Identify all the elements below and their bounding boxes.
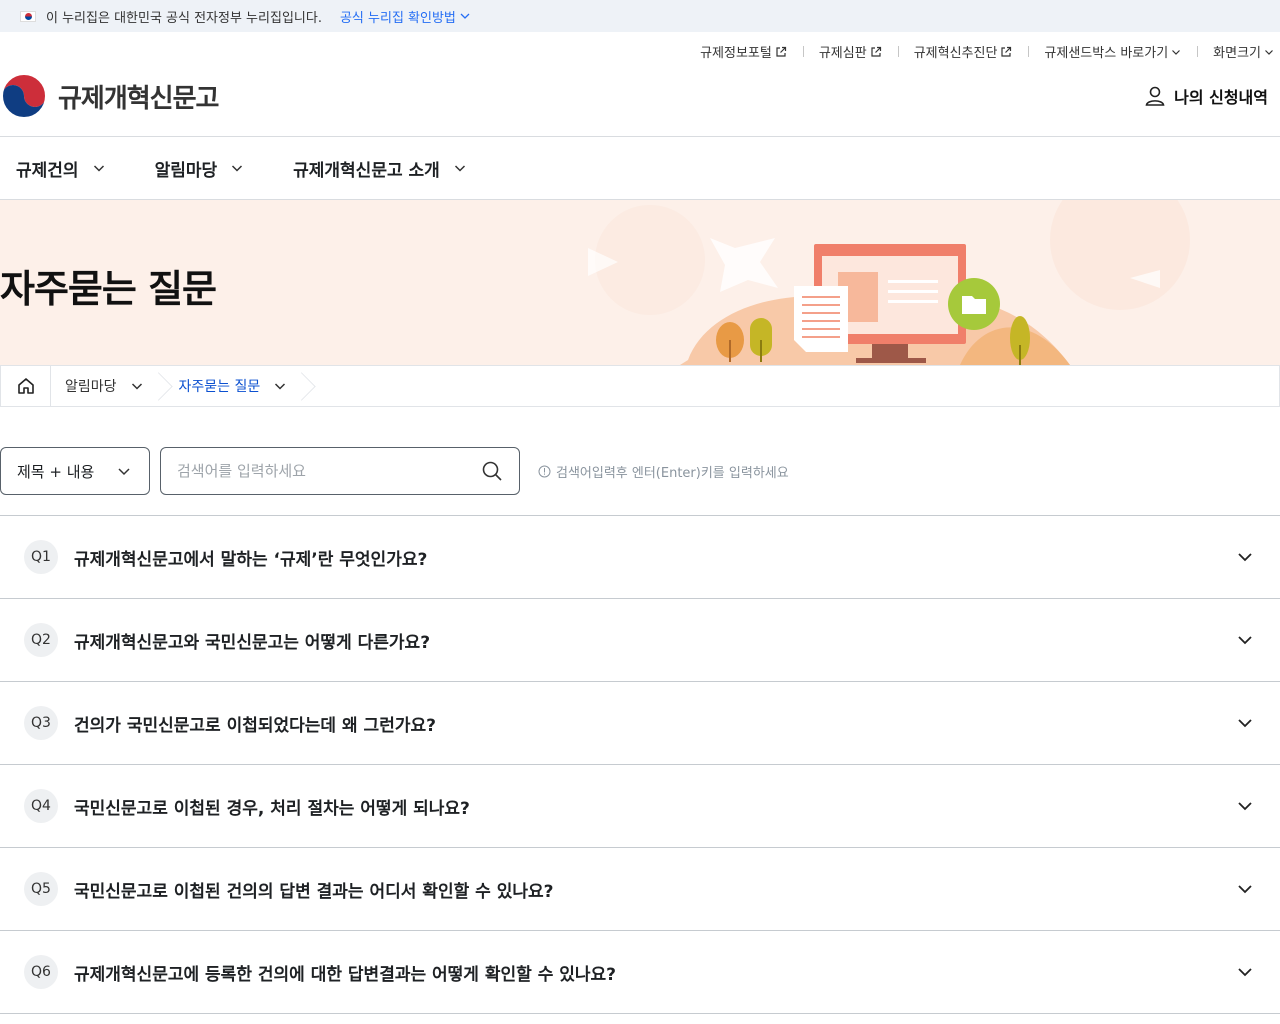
breadcrumb-label: 자주묻는 질문	[178, 379, 261, 395]
nav-menu-notice[interactable]: 알림마당	[155, 156, 244, 181]
site-logo[interactable]: 규제개혁신문고	[0, 72, 219, 120]
question-text: 국민신문고로 이첩된 건의의 답변 결과는 어디서 확인할 수 있나요?	[74, 881, 554, 902]
search-hint-text: 검색어입력후 엔터(Enter)키를 입력하세요	[556, 465, 789, 481]
util-link-innovation-team[interactable]: 규제혁신추진단	[897, 42, 1029, 61]
search-icon[interactable]	[481, 460, 503, 482]
util-link-regulation-portal[interactable]: 규제정보포털	[684, 42, 803, 61]
home-icon	[17, 378, 34, 394]
gov-banner-text: 이 누리집은 대한민국 공식 전자정부 누리집입니다.	[46, 10, 322, 26]
verify-link[interactable]: 공식 누리집 확인방법	[340, 7, 470, 26]
chevron-down-icon	[118, 468, 130, 476]
util-link-label: 규제혁신추진단	[913, 46, 998, 61]
breadcrumb-faq[interactable]: 자주묻는 질문	[165, 366, 309, 406]
external-link-icon	[1001, 46, 1012, 57]
faq-item[interactable]: Q4 국민신문고로 이첩된 경우, 처리 절차는 어떻게 되나요?	[0, 765, 1280, 848]
chevron-down-icon	[275, 383, 286, 390]
search-box	[160, 447, 520, 495]
chevron-down-icon[interactable]	[1236, 963, 1254, 981]
question-number: Q3	[24, 706, 58, 740]
search-area: 제목 + 내용 검색어입력후 엔터(Enter)키를 입력하세요	[0, 407, 1280, 515]
chevron-down-icon[interactable]	[1236, 631, 1254, 649]
util-link-label: 규제샌드박스 바로가기	[1044, 46, 1169, 61]
korea-flag-icon	[20, 10, 36, 22]
external-link-icon	[871, 46, 881, 57]
main-navigation: 규제건의 알림마당 규제개혁신문고 소개	[0, 137, 1280, 200]
nav-menu-label: 규제개혁신문고 소개	[293, 160, 440, 181]
chevron-down-icon	[1265, 49, 1273, 55]
chevron-down-icon	[93, 165, 104, 172]
util-link-regulation-trial[interactable]: 규제심판	[802, 42, 898, 61]
chevron-down-icon[interactable]	[1236, 797, 1254, 815]
page-title: 자주묻는 질문	[0, 267, 217, 311]
search-scope-select[interactable]: 제목 + 내용	[0, 447, 150, 495]
search-input[interactable]	[177, 462, 481, 480]
question-text: 건의가 국민신문고로 이첩되었다는데 왜 그런가요?	[74, 715, 436, 736]
header: 규제정보포털 규제심판 규제혁신추진단 규제샌드박스 바로가기 화면크기 규제개…	[0, 32, 1280, 137]
faq-item[interactable]: Q3 건의가 국민신문고로 이첩되었다는데 왜 그런가요?	[0, 682, 1280, 765]
chevron-down-icon	[131, 383, 142, 390]
breadcrumb-home[interactable]	[1, 366, 51, 406]
chevron-down-icon	[1172, 49, 1181, 55]
question-text: 규제개혁신문고에 등록한 건의에 대한 답변결과는 어떻게 확인할 수 있나요?	[74, 964, 617, 985]
chevron-down-icon	[454, 165, 465, 172]
nav-menu-label: 규제건의	[16, 160, 79, 181]
user-icon	[1145, 86, 1165, 106]
verify-link-label: 공식 누리집 확인방법	[339, 10, 456, 26]
faq-list: Q1 규제개혁신문고에서 말하는 ‘규제’란 무엇인가요? Q2 규제개혁신문고…	[0, 515, 1280, 1014]
question-text: 국민신문고로 이첩된 경우, 처리 절차는 어떻게 되나요?	[74, 798, 470, 819]
info-icon	[538, 465, 551, 477]
question-number: Q1	[24, 540, 58, 574]
chevron-down-icon[interactable]	[1236, 548, 1254, 566]
external-link-icon	[776, 46, 786, 57]
logo-text: 규제개혁신문고	[58, 83, 219, 114]
util-link-screen-size[interactable]: 화면크기	[1197, 42, 1274, 61]
util-link-label: 규제정보포털	[700, 46, 772, 61]
hero-illustration	[588, 200, 1190, 365]
my-applications-link[interactable]: 나의 신청내역	[1144, 84, 1268, 108]
question-text: 규제개혁신문고와 국민신문고는 어떻게 다른가요?	[74, 632, 431, 653]
chevron-down-icon[interactable]	[1236, 714, 1254, 732]
util-link-sandbox[interactable]: 규제샌드박스 바로가기	[1028, 42, 1197, 61]
search-hint: 검색어입력후 엔터(Enter)키를 입력하세요	[538, 462, 789, 481]
nav-menu-label: 알림마당	[154, 160, 218, 181]
breadcrumb: 알림마당 자주묻는 질문	[0, 365, 1280, 407]
faq-item[interactable]: Q5 국민신문고로 이첩된 건의의 답변 결과는 어디서 확인할 수 있나요?	[0, 848, 1280, 931]
chevron-down-icon	[232, 165, 243, 172]
chevron-down-icon	[460, 13, 470, 19]
faq-item[interactable]: Q2 규제개혁신문고와 국민신문고는 어떻게 다른가요?	[0, 599, 1280, 682]
nav-menu-about[interactable]: 규제개혁신문고 소개	[293, 156, 466, 181]
question-text: 규제개혁신문고에서 말하는 ‘규제’란 무엇인가요?	[74, 549, 428, 570]
utility-links: 규제정보포털 규제심판 규제혁신추진단 규제샌드박스 바로가기 화면크기	[684, 42, 1274, 61]
my-applications-label: 나의 신청내역	[1174, 88, 1268, 107]
question-number: Q6	[24, 955, 58, 989]
question-number: Q4	[24, 789, 58, 823]
question-number: Q5	[24, 872, 58, 906]
search-scope-value: 제목 + 내용	[17, 462, 95, 481]
taegeuk-emblem-icon	[1, 73, 47, 119]
faq-item[interactable]: Q1 규제개혁신문고에서 말하는 ‘규제’란 무엇인가요?	[0, 516, 1280, 599]
breadcrumb-notice[interactable]: 알림마당	[51, 366, 165, 406]
gov-banner: 이 누리집은 대한민국 공식 전자정부 누리집입니다. 공식 누리집 확인방법	[0, 0, 1280, 32]
faq-item[interactable]: Q6 규제개혁신문고에 등록한 건의에 대한 답변결과는 어떻게 확인할 수 있…	[0, 931, 1280, 1014]
question-number: Q2	[24, 623, 58, 657]
util-link-label: 규제심판	[818, 46, 867, 61]
breadcrumb-label: 알림마당	[65, 379, 117, 395]
hero-banner: 자주묻는 질문	[0, 200, 1280, 365]
util-link-label: 화면크기	[1213, 46, 1261, 61]
chevron-down-icon[interactable]	[1236, 880, 1254, 898]
nav-menu-regulation-proposal[interactable]: 규제건의	[16, 156, 105, 181]
